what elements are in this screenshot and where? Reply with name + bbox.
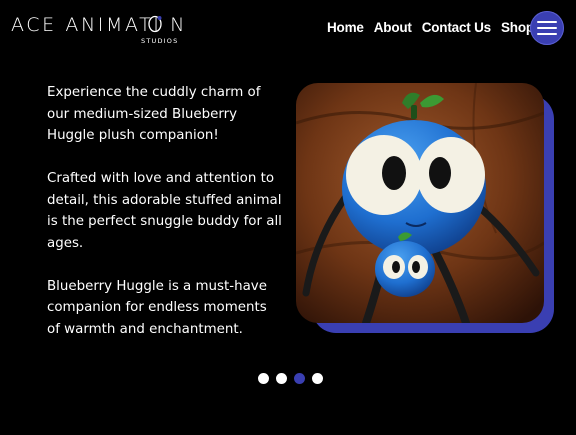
hamburger-icon (537, 26, 557, 30)
product-photo-frame (296, 83, 554, 333)
carousel-dot[interactable] (258, 373, 269, 384)
product-description: Experience the cuddly charm of our mediu… (47, 82, 283, 340)
product-photo (296, 83, 544, 323)
description-paragraph: Blueberry Huggle is a must-have companio… (47, 278, 267, 337)
carousel-pagination (258, 373, 323, 384)
carousel-dot[interactable] (312, 373, 323, 384)
brand-subtitle: STUDIOS (141, 37, 179, 45)
nav-about[interactable]: About (374, 20, 412, 35)
carousel-dot-active[interactable] (294, 373, 305, 384)
nav-home[interactable]: Home (327, 20, 364, 35)
nav-contact-us[interactable]: Contact Us (422, 20, 491, 35)
description-paragraph: Experience the cuddly charm of our mediu… (47, 85, 261, 143)
brand-logo[interactable]: ACE ANIMATI N STUDIOS (11, 13, 184, 47)
carousel-dot[interactable] (276, 373, 287, 384)
description-paragraph: Crafted with love and attention to detai… (47, 171, 282, 251)
main-nav: Home About Contact Us Shop (327, 18, 534, 36)
blueberry-plush-image (296, 83, 544, 323)
logo-orbit-icon (148, 15, 162, 33)
nav-shop[interactable]: Shop (501, 20, 534, 35)
menu-button[interactable] (530, 11, 564, 45)
hamburger-icon (537, 20, 557, 23)
hamburger-icon (537, 33, 557, 36)
